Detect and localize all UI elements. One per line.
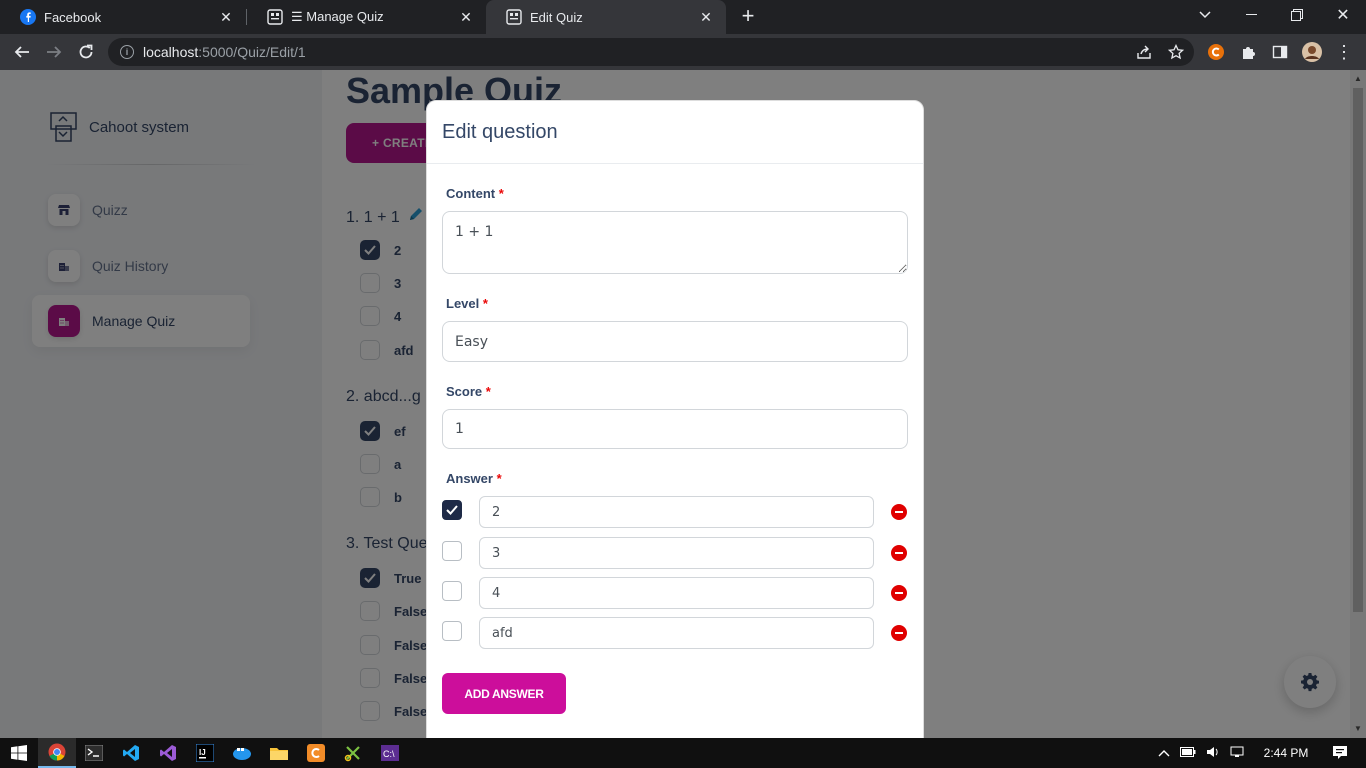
remove-answer-icon[interactable] [891,585,907,601]
windows-taskbar: IJ C:\ 2:44 PM [0,738,1366,768]
intellij-taskbar-icon[interactable]: IJ [186,738,224,768]
url-path: :5000/Quiz/Edit/1 [198,44,306,60]
terminal-taskbar-icon[interactable] [75,738,113,768]
level-label: Level * [446,296,488,311]
score-label: Score * [446,384,491,399]
add-answer-button[interactable]: ADD ANSWER [442,673,566,714]
site-info-icon[interactable]: i [120,45,134,59]
close-tab-icon[interactable]: ✕ [218,9,234,26]
required-mark: * [498,186,504,201]
grid-page-icon [267,9,283,25]
windows-start-icon[interactable] [0,738,38,768]
web-page: Cahoot system Quizz Quiz History Manage … [0,70,1366,738]
docker-taskbar-icon[interactable] [223,738,261,768]
forward-arrow-icon[interactable] [42,40,66,64]
tab-search-chevron-icon[interactable] [1182,0,1228,30]
grid-page-icon [506,9,522,25]
remove-answer-icon[interactable] [891,545,907,561]
answer-correct-checkbox[interactable] [442,500,462,520]
visual-studio-taskbar-icon[interactable] [149,738,187,768]
answer-correct-checkbox[interactable] [442,581,462,601]
answer-input[interactable]: 3 [479,537,874,569]
visual-studio-c-sharp-taskbar-icon[interactable]: C:\ [371,738,409,768]
extensions-puzzle-icon[interactable] [1238,42,1258,62]
close-tab-icon[interactable]: ✕ [458,9,474,26]
side-panel-icon[interactable] [1270,42,1290,62]
reload-icon[interactable] [74,40,98,64]
chrome-taskbar-icon[interactable] [38,738,76,768]
browser-toolbar: i localhost:5000/Quiz/Edit/1 ⋮ [0,34,1366,70]
modal-title: Edit question [442,120,558,143]
edit-question-modal: Edit question Content * 1 + 1 Level * Ea… [426,100,924,738]
network-icon[interactable] [1230,746,1244,761]
field-label-text: Score [446,384,483,399]
modal-header: Edit question [427,101,923,164]
browser-tab-strip: Facebook ✕ ☰ Manage Quiz ✕ Edit Quiz ✕ +… [0,0,1366,34]
battery-icon[interactable] [1180,746,1196,760]
answer-correct-checkbox[interactable] [442,621,462,641]
new-tab-button[interactable]: + [738,5,758,28]
answer-row: 4 [442,577,910,609]
app-taskbar-icon[interactable] [297,738,335,768]
required-mark: * [482,296,488,311]
tab-title: Facebook [44,9,102,25]
required-mark: * [485,384,491,399]
file-explorer-taskbar-icon[interactable] [260,738,298,768]
tab-facebook[interactable]: Facebook ✕ [0,0,246,34]
volume-icon[interactable] [1206,746,1220,761]
field-label-text: Content [446,186,496,201]
close-window-button[interactable]: ✕ [1320,0,1366,30]
back-arrow-icon[interactable] [10,40,34,64]
answer-row: 2 [442,496,910,528]
address-bar[interactable]: i localhost:5000/Quiz/Edit/1 [108,38,1194,66]
tab-title: ☰ Manage Quiz [291,9,384,24]
profile-avatar[interactable] [1302,42,1322,62]
restore-button[interactable] [1274,0,1320,30]
answer-input[interactable]: 2 [479,496,874,528]
tab-edit-quiz[interactable]: Edit Quiz ✕ [486,0,726,34]
answer-input[interactable]: 4 [479,577,874,609]
snipping-tool-taskbar-icon[interactable] [334,738,372,768]
browser-menu-icon[interactable]: ⋮ [1334,42,1354,62]
answer-label: Answer * [446,471,502,486]
answer-correct-checkbox[interactable] [442,541,462,561]
content-label: Content * [446,186,504,201]
facebook-icon [20,9,36,25]
system-tray: 2:44 PM [1158,738,1348,768]
vscode-taskbar-icon[interactable] [112,738,150,768]
remove-answer-icon[interactable] [891,625,907,641]
score-input[interactable]: 1 [442,409,908,449]
url-host: localhost [143,44,199,60]
tab-manage-quiz[interactable]: ☰ Manage Quiz ✕ [247,0,486,34]
remove-answer-icon[interactable] [891,504,907,520]
tab-title: Edit Quiz [530,9,583,25]
extension-c-icon[interactable] [1206,42,1226,62]
bookmark-star-icon[interactable] [1166,42,1186,62]
answer-row: 3 [442,537,910,569]
notification-center-icon[interactable] [1332,745,1348,762]
level-input[interactable]: Easy [442,321,908,362]
close-tab-icon[interactable]: ✕ [698,9,714,26]
minimize-button[interactable] [1228,0,1274,30]
field-label-text: Level [446,296,480,311]
clock-time[interactable]: 2:44 PM [1258,746,1314,760]
field-label-text: Answer [446,471,493,486]
svg-text:IJ: IJ [199,748,206,757]
answer-row: afd [442,617,910,649]
required-mark: * [496,471,502,486]
chevron-up-icon[interactable] [1158,746,1170,760]
content-textarea[interactable]: 1 + 1 [442,211,908,274]
svg-text:C:\: C:\ [383,749,395,759]
share-icon[interactable] [1134,42,1154,62]
answer-input[interactable]: afd [479,617,874,649]
